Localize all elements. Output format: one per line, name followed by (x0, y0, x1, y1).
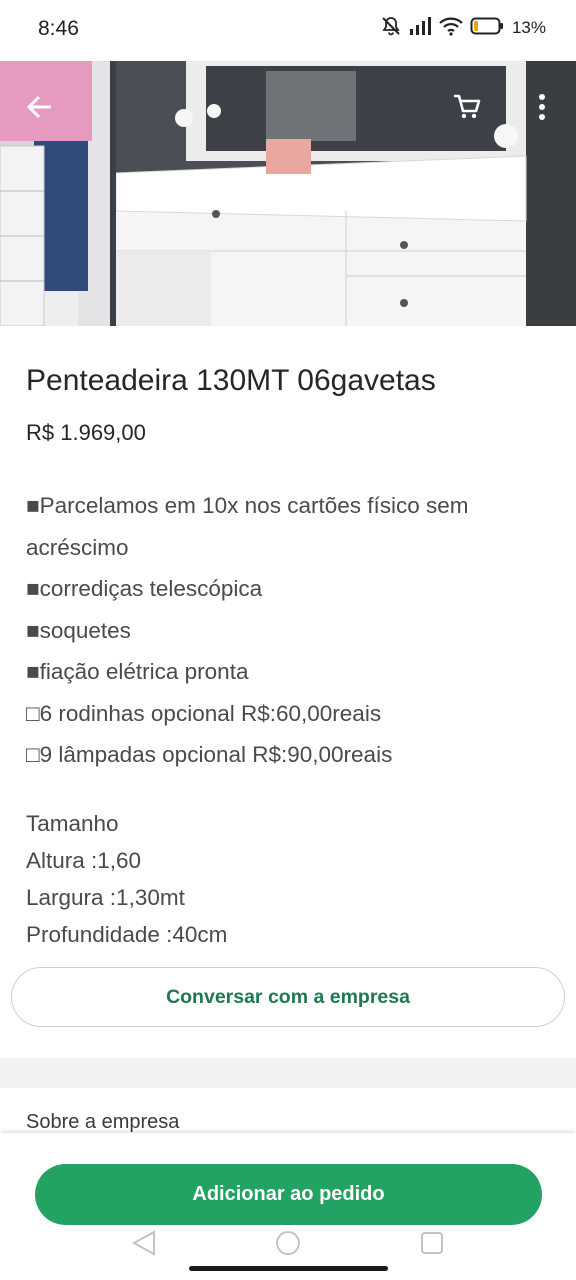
bottom-action-bar: Adicionar ao pedido (0, 1133, 576, 1280)
status-time: 8:46 (38, 17, 79, 40)
size-depth: Profundidade :40cm (26, 922, 228, 947)
description-line: ■soquetes (26, 617, 131, 643)
product-size-specs: Tamanho Altura :1,60 Largura :1,30mt Pro… (26, 805, 227, 953)
add-to-order-button[interactable]: Adicionar ao pedido (35, 1164, 542, 1225)
product-title: Penteadeira 130MT 06gavetas (26, 364, 436, 397)
product-image-gallery[interactable] (0, 61, 576, 326)
description-line: ■Parcelamos em 10x nos cartões físico se… (26, 493, 469, 560)
wifi-icon (438, 16, 464, 41)
bell-muted-icon (380, 15, 402, 42)
nav-home-icon[interactable] (274, 1229, 302, 1262)
signal-icon (408, 16, 432, 41)
cart-button[interactable] (447, 87, 487, 127)
about-company-heading[interactable]: Sobre a empresa (26, 1111, 179, 1134)
more-options-button[interactable] (527, 87, 557, 127)
cart-icon (454, 94, 481, 119)
nav-back-icon[interactable] (130, 1229, 158, 1262)
product-photo[interactable] (116, 61, 576, 326)
product-description: ■Parcelamos em 10x nos cartões físico se… (26, 485, 550, 776)
description-line: ■fiação elétrica pronta (26, 659, 249, 684)
battery-percentage: 13% (511, 18, 546, 37)
nav-recents-icon[interactable] (418, 1229, 446, 1262)
back-button[interactable] (20, 87, 60, 127)
home-indicator[interactable] (189, 1266, 388, 1271)
size-heading: Tamanho (26, 811, 119, 836)
chat-with-company-button[interactable]: Conversar com a empresa (11, 967, 565, 1027)
description-line: □6 rodinhas opcional R$:60,00reais (26, 700, 382, 726)
status-icons: 13% (380, 16, 546, 40)
size-width: Largura :1,30mt (26, 885, 185, 910)
status-bar: 8:46 13% (0, 0, 576, 60)
battery-icon (470, 16, 504, 41)
size-height: Altura :1,60 (26, 848, 142, 873)
description-line: ■corrediças telescópica (26, 576, 263, 601)
section-divider (0, 1058, 576, 1088)
back-arrow-icon (26, 95, 51, 119)
description-line: □9 lâmpadas opcional R$:90,00reais (26, 742, 393, 767)
product-screen: 8:46 13% Penteadeira 130MT 06gavetas R$ … (0, 0, 576, 1280)
more-vertical-icon (539, 94, 545, 120)
product-price: R$ 1.969,00 (26, 420, 146, 445)
